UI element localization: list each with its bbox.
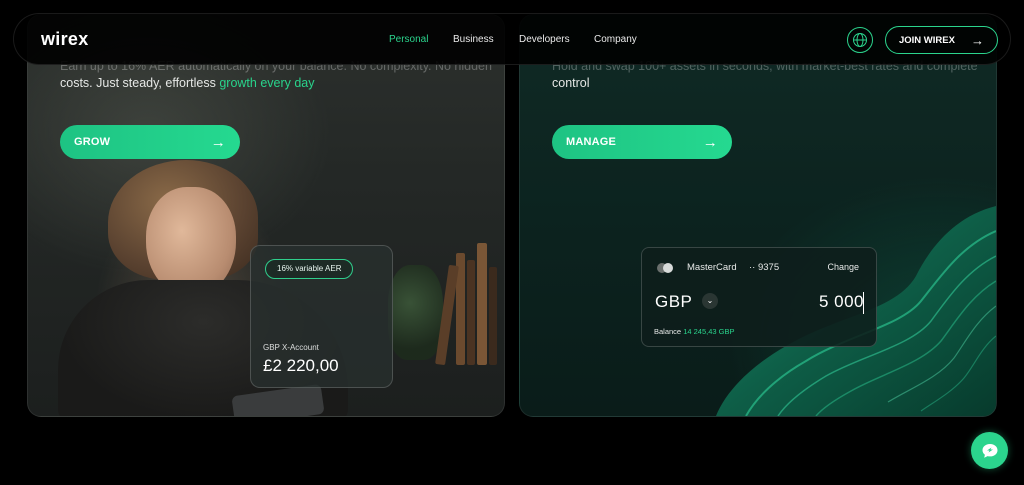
grow-copy-highlight: growth every day (219, 76, 315, 90)
payment-widget: MasterCard ·· 9375 Change GBP ⌄ 5 000 Ba… (641, 247, 877, 347)
manage-card: Hold and swap 100+ assets in seconds, wi… (519, 14, 997, 417)
top-navigation-bar: wirex Personal Business Developers Compa… (13, 13, 1011, 65)
wirex-logo[interactable]: wirex (41, 29, 89, 50)
join-wirex-label: JOIN WIREX (899, 34, 955, 46)
nav-item-personal[interactable]: Personal (389, 34, 428, 45)
balance-label: Balance (654, 327, 684, 336)
arrow-right-icon: → (971, 32, 984, 48)
card-name: MasterCard (687, 262, 737, 273)
arrow-right-icon: → (210, 133, 226, 151)
arrow-right-icon: → (702, 133, 718, 151)
text-caret (863, 292, 864, 314)
nav-item-developers[interactable]: Developers (519, 34, 570, 45)
currency-label: GBP (655, 292, 693, 311)
grow-copy-text: costs. Just steady, effortless (60, 76, 220, 90)
aer-badge: 16% variable AER (265, 259, 354, 279)
language-button[interactable] (847, 27, 873, 53)
gbp-account-card: 16% variable AER GBP X-Account £2 220,00 (250, 245, 393, 388)
chat-button[interactable] (971, 432, 1008, 469)
grow-button[interactable]: GROW → (60, 125, 240, 159)
manage-copy: control (552, 76, 590, 90)
balance-text: Balance 14 245,43 GBP (654, 327, 734, 336)
balance-value: 14 245,43 GBP (683, 327, 735, 336)
account-label: GBP X-Account (263, 343, 319, 352)
grow-button-label: GROW (74, 136, 111, 148)
amount-input[interactable]: 5 000 (819, 292, 864, 312)
change-card-link[interactable]: Change (827, 262, 859, 272)
grow-copy: costs. Just steady, effortless growth ev… (60, 75, 315, 92)
nav-item-business[interactable]: Business (453, 34, 494, 45)
chat-icon (982, 443, 997, 458)
nav-item-company[interactable]: Company (594, 34, 637, 45)
mastercard-icon (657, 263, 673, 273)
manage-button[interactable]: MANAGE → (552, 125, 732, 159)
chevron-down-icon[interactable]: ⌄ (702, 293, 718, 309)
account-amount: £2 220,00 (263, 356, 339, 375)
globe-icon (853, 33, 867, 47)
grow-card: Earn up to 16% AER automatically on your… (27, 14, 505, 417)
manage-button-label: MANAGE (566, 136, 617, 148)
card-number: ·· 9375 (749, 262, 780, 273)
join-wirex-button[interactable]: JOIN WIREX → (885, 26, 998, 54)
